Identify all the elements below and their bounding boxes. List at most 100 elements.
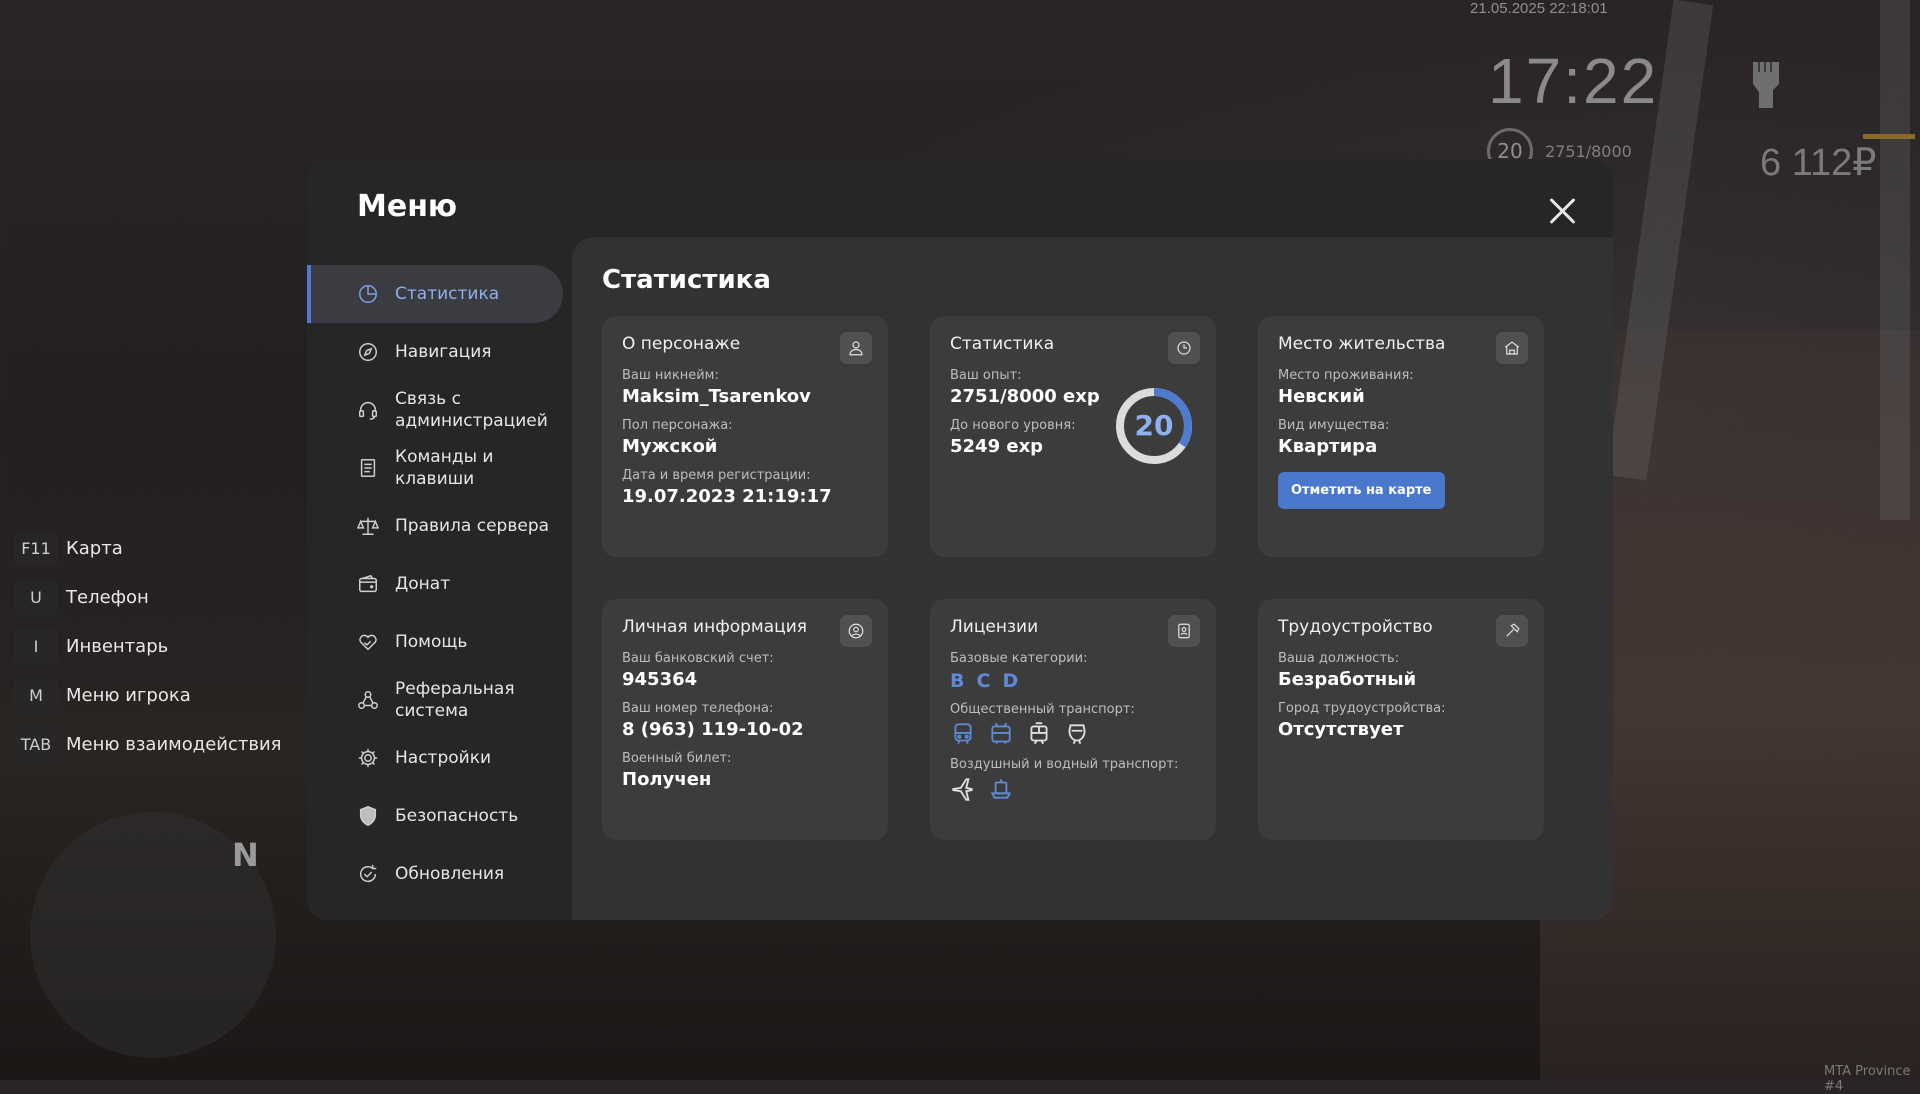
card-title: Лицензии — [950, 617, 1039, 637]
boat-icon — [988, 776, 1014, 802]
hammer-icon — [1496, 615, 1528, 647]
card-title: Трудоустройство — [1278, 617, 1433, 637]
field-label: Военный билет: — [622, 751, 732, 766]
residence-value: Невский — [1278, 386, 1365, 407]
card-employment: Трудоустройство Ваша должность: Безработ… — [1258, 599, 1544, 840]
property-type-value: Квартира — [1278, 436, 1378, 457]
statistics-content: Статистика О персонаже Ваш никнейм: Maks… — [572, 237, 1613, 920]
sidebar-item-admin-contact[interactable]: Связь с администрацией — [307, 381, 563, 439]
hud-money: 6 112₽ — [1760, 142, 1877, 184]
keybind-row: M Меню игрока — [14, 671, 281, 720]
field-label: Ваш никнейм: — [622, 368, 719, 383]
heart-hand-icon — [357, 631, 379, 653]
sidebar-item-commands[interactable]: Команды и клавиши — [307, 439, 563, 497]
field-label: Ваша должность: — [1278, 651, 1400, 666]
menu-title: Меню — [357, 189, 458, 224]
hud-money-bar — [1863, 134, 1915, 139]
keybind-row: U Телефон — [14, 573, 281, 622]
background-beam — [1880, 0, 1910, 520]
sidebar-item-label: Правила сервера — [395, 516, 550, 536]
card-title: Статистика — [950, 334, 1055, 354]
license-categories: B C D — [950, 670, 1196, 692]
card-title: Личная информация — [622, 617, 808, 637]
key-cap: M — [14, 678, 58, 713]
key-cap: U — [14, 580, 58, 615]
card-about-character: О персонаже Ваш никнейм: Maksim_Tsarenko… — [602, 316, 888, 557]
house-icon — [1496, 332, 1528, 364]
tram-icon — [1026, 721, 1052, 747]
sidebar-item-help[interactable]: Помощь — [307, 613, 563, 671]
phone-value: 8 (963) 119-10-02 — [622, 719, 804, 740]
hud-datetime: 21.05.2025 22:18:01 — [1470, 0, 1608, 17]
mark-on-map-button[interactable]: Отметить на карте — [1278, 472, 1445, 509]
military-ticket-value: Получен — [622, 769, 712, 790]
document-list-icon — [357, 457, 379, 479]
field-label: Базовые категории: — [950, 651, 1088, 666]
headset-icon — [357, 399, 379, 421]
keybind-row: I Инвентарь — [14, 622, 281, 671]
clock-pie-icon — [1168, 332, 1200, 364]
card-statistics: Статистика Ваш опыт: 2751/8000 exp До но… — [930, 316, 1216, 557]
sidebar-item-statistics[interactable]: Статистика — [307, 265, 563, 323]
key-label: Инвентарь — [66, 636, 169, 657]
card-residence: Место жительства Место проживания: Невск… — [1258, 316, 1544, 557]
keybind-row: TAB Меню взаимодействия — [14, 720, 281, 769]
hud-clock: 17:22 — [1488, 45, 1659, 117]
card-title: О персонаже — [622, 334, 741, 354]
keybind-hints: F11 Карта U Телефон I Инвентарь M Меню игрок… — [14, 524, 281, 769]
card-personal-info: Личная информация Ваш банковский счет: 9… — [602, 599, 888, 840]
field-label: Дата и время регистрации: — [622, 468, 811, 483]
sidebar-item-rules[interactable]: Правила сервера — [307, 497, 563, 555]
sidebar-item-label: Помощь — [395, 632, 468, 652]
close-button[interactable] — [1545, 194, 1579, 228]
field-label: Вид имущества: — [1278, 418, 1390, 433]
license-category: B — [950, 670, 965, 692]
level-progress-ring: 20 — [1114, 386, 1194, 466]
menu-modal: Меню Статистика Навигация Связь с админи… — [307, 159, 1613, 920]
sidebar-item-label: Безопасность — [395, 806, 519, 826]
registration-value: 19.07.2023 21:19:17 — [622, 486, 832, 507]
key-cap: TAB — [14, 727, 58, 762]
sidebar-item-label: Реферальная система — [395, 679, 515, 721]
pie-chart-icon — [357, 283, 379, 305]
field-label: Ваш номер телефона: — [622, 701, 774, 716]
wallet-icon — [357, 573, 379, 595]
field-label: Место проживания: — [1278, 368, 1414, 383]
key-label: Меню взаимодействия — [66, 734, 282, 755]
sidebar-item-security[interactable]: Безопасность — [307, 787, 563, 845]
sidebar-item-updates[interactable]: Обновления — [307, 845, 563, 903]
air-water-transport-icons — [950, 776, 1196, 802]
sidebar-item-label: Навигация — [395, 342, 492, 362]
gear-icon — [357, 747, 379, 769]
card-title: Место жительства — [1278, 334, 1446, 354]
refresh-check-icon — [357, 863, 379, 885]
keybind-row: F11 Карта — [14, 524, 281, 573]
field-label: Пол персонажа: — [622, 418, 733, 433]
gender-value: Мужской — [622, 436, 718, 457]
user-icon — [840, 332, 872, 364]
user-circle-icon — [840, 615, 872, 647]
field-label: Ваш опыт: — [950, 368, 1022, 383]
sidebar-item-donate[interactable]: Донат — [307, 555, 563, 613]
field-label: Ваш банковский счет: — [622, 651, 774, 666]
fist-icon — [1745, 52, 1789, 112]
card-licenses: Лицензии Базовые категории: B C D Общест… — [930, 599, 1216, 840]
shield-icon — [357, 805, 379, 827]
license-category: C — [976, 670, 991, 692]
bus-icon — [950, 721, 976, 747]
watermark: MTA Province #4 — [1824, 1064, 1911, 1094]
public-transport-icons — [950, 721, 1196, 747]
sidebar-item-settings[interactable]: Настройки — [307, 729, 563, 787]
field-label: Общественный транспорт: — [950, 702, 1135, 717]
key-label: Карта — [66, 538, 123, 559]
sidebar-item-navigation[interactable]: Навигация — [307, 323, 563, 381]
minimap-north-label: N — [232, 836, 259, 874]
key-label: Меню игрока — [66, 685, 191, 706]
id-card-icon — [1168, 615, 1200, 647]
trolleybus-icon — [988, 721, 1014, 747]
key-cap: I — [14, 629, 58, 664]
field-label: Воздушный и водный транспорт: — [950, 757, 1179, 772]
job-city-value: Отсутствует — [1278, 719, 1404, 740]
sidebar-item-referral[interactable]: Реферальная система — [307, 671, 563, 729]
people-network-icon — [357, 689, 379, 711]
